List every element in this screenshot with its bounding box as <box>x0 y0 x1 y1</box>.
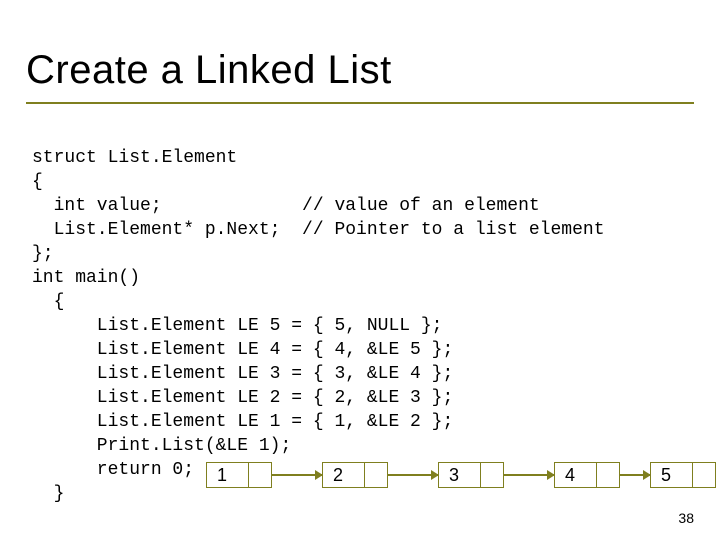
title-underline <box>26 102 694 104</box>
ll-node-1: 1 <box>206 462 272 488</box>
ll-arrow-1-2 <box>272 474 322 476</box>
ll-node-2-value: 2 <box>333 465 343 486</box>
ll-node-3: 3 <box>438 462 504 488</box>
ll-node-2: 2 <box>322 462 388 488</box>
ll-node-4-value: 4 <box>565 465 575 486</box>
code-block: struct List.Element { int value; // valu… <box>32 146 605 506</box>
ll-arrow-4-5 <box>620 474 650 476</box>
ll-arrow-3-4 <box>504 474 554 476</box>
slide: Create a Linked List struct List.Element… <box>0 0 720 540</box>
ll-node-3-value: 3 <box>449 465 459 486</box>
ll-node-5: 5 <box>650 462 716 488</box>
slide-title: Create a Linked List <box>26 48 392 93</box>
page-number: 38 <box>678 510 694 526</box>
ll-node-1-value: 1 <box>217 465 227 486</box>
ll-node-5-value: 5 <box>661 465 671 486</box>
ll-node-4: 4 <box>554 462 620 488</box>
ll-arrow-2-3 <box>388 474 438 476</box>
